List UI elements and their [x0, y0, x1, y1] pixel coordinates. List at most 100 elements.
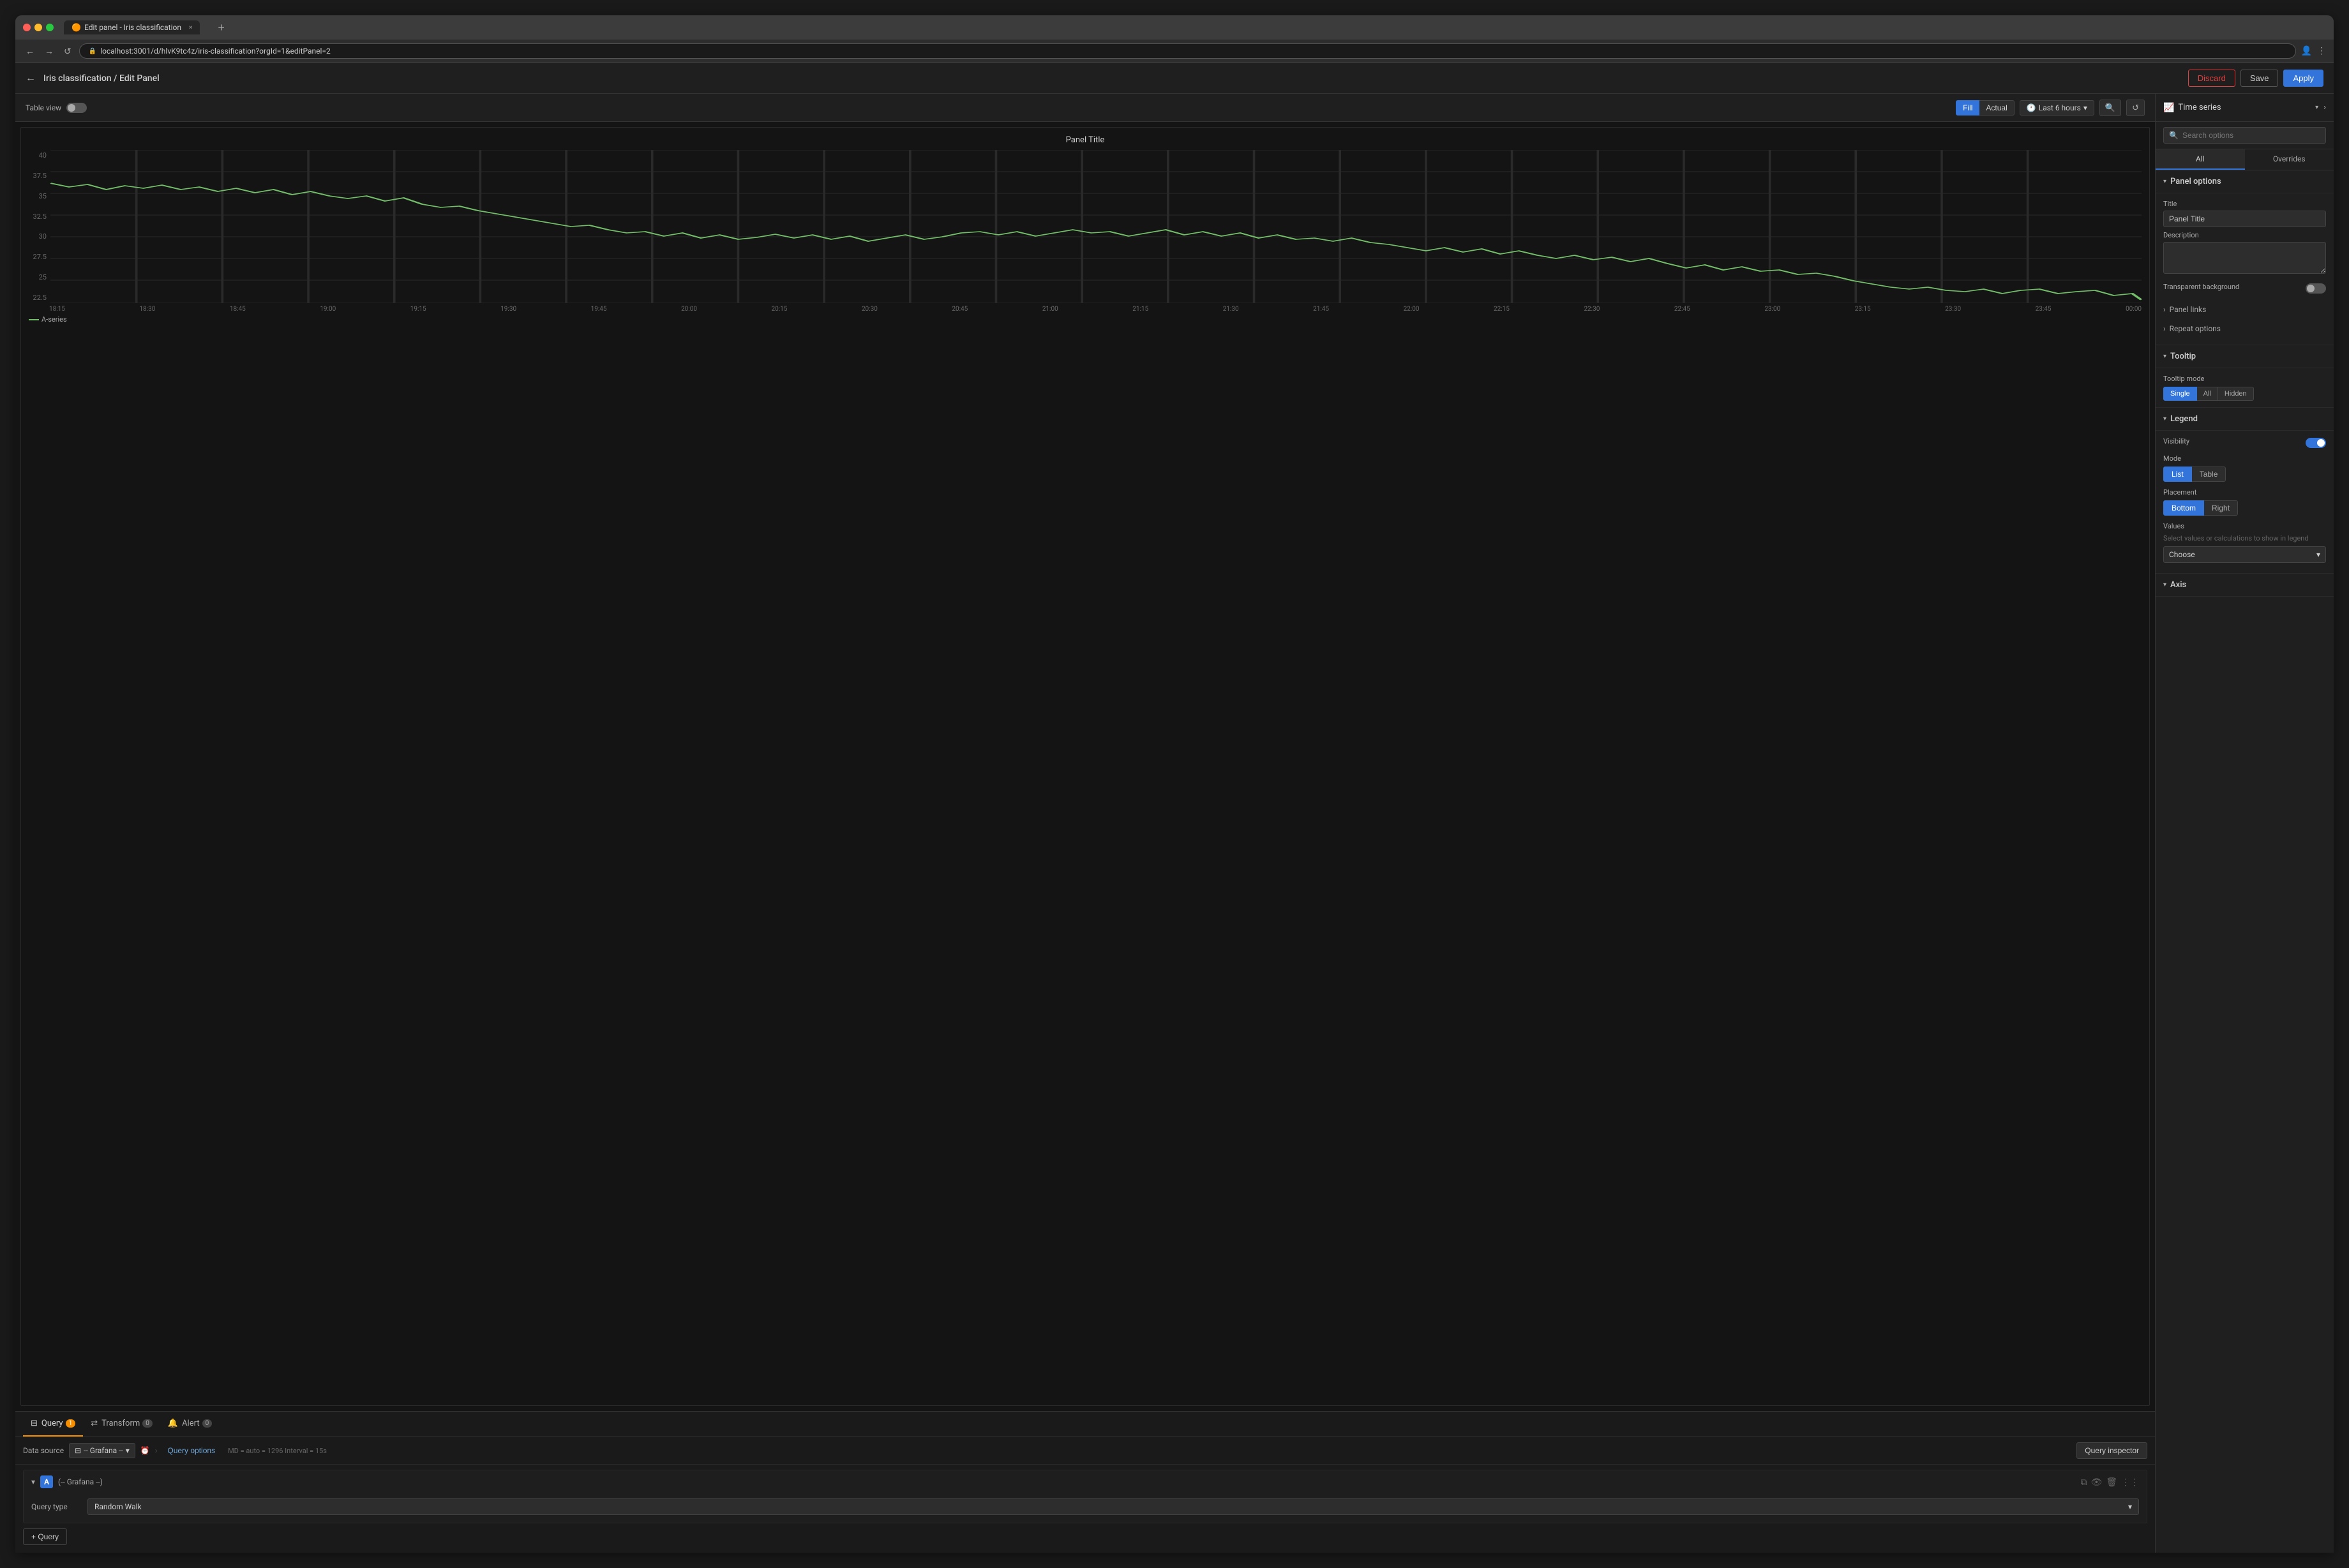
legend-mode-field: Mode List Table: [2163, 454, 2326, 482]
x-19-45: 19:45: [591, 306, 607, 313]
browser-tab[interactable]: 🟠 Edit panel - Iris classification ×: [64, 20, 200, 34]
dot-red[interactable]: [23, 24, 31, 31]
forward-nav-btn[interactable]: →: [42, 45, 56, 57]
section-axis-header[interactable]: ▾ Axis: [2156, 574, 2334, 597]
sidebar-tabs: All Overrides: [2156, 149, 2334, 170]
sidebar-header: 📈 Time series ▾ ›: [2156, 94, 2334, 122]
datasource-select[interactable]: ⊟ -- Grafana -- ▾: [69, 1443, 135, 1458]
address-bar[interactable]: 🔒 localhost:3001/d/hlvK9tc4z/iris-classi…: [79, 43, 2296, 59]
app-header: ← Iris classification / Edit Panel Disca…: [15, 63, 2334, 94]
tab-transform[interactable]: ⇄ Transform 0: [83, 1412, 160, 1437]
back-to-dashboard-btn[interactable]: ←: [26, 73, 36, 84]
panel-links-header[interactable]: › Panel links: [2163, 300, 2326, 319]
tab-query-label: Query: [41, 1419, 63, 1428]
menu-icon[interactable]: ⋮: [2317, 46, 2326, 56]
legend-table-btn[interactable]: Table: [2192, 467, 2226, 482]
legend-values-placeholder: Choose: [2169, 550, 2195, 559]
legend-placement-group: Bottom Right: [2163, 500, 2326, 516]
legend-values-chevron: ▾: [2316, 550, 2320, 559]
repeat-options-header[interactable]: › Repeat options: [2163, 319, 2326, 338]
legend-values-field: Values Select values or calculations to …: [2163, 522, 2326, 563]
legend-values-label: Values: [2163, 522, 2326, 530]
transparent-bg-label: Transparent background: [2163, 283, 2239, 291]
query-options-btn[interactable]: Query options: [162, 1444, 220, 1458]
sidebar-nav-arrow[interactable]: ›: [2323, 103, 2326, 112]
add-query-btn[interactable]: + Query: [23, 1528, 67, 1545]
duplicate-query-btn[interactable]: ⧉: [2080, 1477, 2087, 1488]
discard-button[interactable]: Discard: [2188, 70, 2235, 87]
delete-query-btn[interactable]: 🗑: [2106, 1477, 2117, 1488]
dot-green[interactable]: [46, 24, 54, 31]
tab-query[interactable]: ⊟ Query 1: [23, 1412, 83, 1437]
query-area: ⊟ Query 1 ⇄ Transform 0 🔔 A: [15, 1411, 2155, 1553]
new-tab-btn[interactable]: +: [210, 19, 232, 37]
query-type-select[interactable]: Random Walk ▾: [87, 1498, 2139, 1515]
section-tooltip-header[interactable]: ▾ Tooltip: [2156, 345, 2334, 368]
tooltip-single-btn[interactable]: Single: [2163, 387, 2197, 401]
tab-alert[interactable]: 🔔 Alert 0: [160, 1412, 220, 1437]
axis-chevron: ▾: [2163, 581, 2166, 588]
query-collapse-btn[interactable]: ▾: [31, 1477, 35, 1486]
time-icon: 🕐: [2027, 103, 2036, 112]
dot-yellow[interactable]: [34, 24, 42, 31]
viz-selector[interactable]: 📈 Time series ▾: [2163, 103, 2318, 113]
toggle-visibility-btn[interactable]: 👁: [2090, 1477, 2102, 1488]
zoom-out-btn[interactable]: 🔍: [2099, 100, 2121, 116]
viz-icon: 📈: [2163, 103, 2174, 113]
table-view-group: Table view: [26, 103, 87, 113]
refresh-nav-btn[interactable]: ↺: [61, 45, 74, 58]
fill-btn[interactable]: Fill: [1956, 100, 1979, 116]
legend-values-select[interactable]: Choose ▾: [2163, 546, 2326, 563]
tooltip-all-btn[interactable]: All: [2197, 387, 2218, 401]
breadcrumb: Iris classification / Edit Panel: [43, 73, 2188, 84]
sidebar-tab-overrides[interactable]: Overrides: [2245, 149, 2334, 170]
legend-placement-field: Placement Bottom Right: [2163, 488, 2326, 516]
table-view-toggle[interactable]: [66, 103, 87, 113]
x-20-15: 20:15: [772, 306, 788, 313]
apply-button[interactable]: Apply: [2283, 70, 2323, 87]
title-input[interactable]: [2163, 211, 2326, 227]
profile-icon[interactable]: 👤: [2301, 46, 2312, 56]
sidebar-tab-all[interactable]: All: [2156, 149, 2245, 170]
browser-toolbar: ← → ↺ 🔒 localhost:3001/d/hlvK9tc4z/iris-…: [15, 40, 2334, 63]
search-input[interactable]: [2182, 131, 2320, 140]
drag-query-btn[interactable]: ⋮⋮: [2121, 1477, 2139, 1488]
description-textarea[interactable]: [2163, 242, 2326, 274]
x-23-30: 23:30: [1945, 306, 1961, 313]
save-button[interactable]: Save: [2240, 70, 2279, 87]
datasource-label: Data source: [23, 1446, 64, 1455]
tab-close-btn[interactable]: ×: [189, 24, 192, 31]
legend-bottom-btn[interactable]: Bottom: [2163, 500, 2204, 516]
header-actions: Discard Save Apply: [2188, 70, 2323, 87]
transparent-bg-toggle[interactable]: [2306, 283, 2326, 294]
query-type-chevron: ▾: [2128, 1502, 2132, 1511]
legend-placement-label: Placement: [2163, 488, 2326, 497]
legend-visibility-toggle[interactable]: [2306, 438, 2326, 448]
query-inspector-btn[interactable]: Query inspector: [2076, 1442, 2147, 1459]
panel-area: Table view Fill Actual 🕐 Last 6 hours ▾: [15, 94, 2155, 1553]
legend-list-btn[interactable]: List: [2163, 467, 2192, 482]
query-row-a-header: ▾ A (-- Grafana --) ⧉ 👁 🗑 ⋮⋮: [24, 1470, 2147, 1493]
panel-options-title: Panel options: [2170, 177, 2221, 186]
browser-actions: 👤 ⋮: [2301, 46, 2326, 56]
x-22-15: 22:15: [1494, 306, 1510, 313]
legend-right-btn[interactable]: Right: [2204, 500, 2238, 516]
query-type-row: Query type Random Walk ▾: [31, 1498, 2139, 1515]
tooltip-hidden-btn[interactable]: Hidden: [2218, 387, 2254, 401]
tab-alert-badge: 0: [202, 1419, 213, 1428]
refresh-btn[interactable]: ↺: [2126, 100, 2145, 116]
time-range-chevron: ▾: [2083, 103, 2087, 112]
legend-mode-label: Mode: [2163, 454, 2326, 463]
section-panel-options-header[interactable]: ▾ Panel options: [2156, 170, 2334, 193]
url-text: localhost:3001/d/hlvK9tc4z/iris-classifi…: [100, 47, 331, 56]
x-axis-labels: 18:15 18:30 18:45 19:00 19:15 19:30 19:4…: [29, 306, 2142, 313]
section-legend-header[interactable]: ▾ Legend: [2156, 408, 2334, 431]
main-layout: Table view Fill Actual 🕐 Last 6 hours ▾: [15, 94, 2334, 1553]
y-label-325: 32.5: [29, 213, 47, 221]
query-toolbar: Data source ⊟ -- Grafana -- ▾ ⏰ › Query …: [15, 1437, 2155, 1465]
back-nav-btn[interactable]: ←: [23, 45, 37, 57]
fill-actual-group: Fill Actual: [1956, 100, 2015, 116]
time-range-picker[interactable]: 🕐 Last 6 hours ▾: [2020, 100, 2094, 116]
actual-btn[interactable]: Actual: [1979, 100, 2014, 116]
chart-title: Panel Title: [29, 135, 2142, 145]
